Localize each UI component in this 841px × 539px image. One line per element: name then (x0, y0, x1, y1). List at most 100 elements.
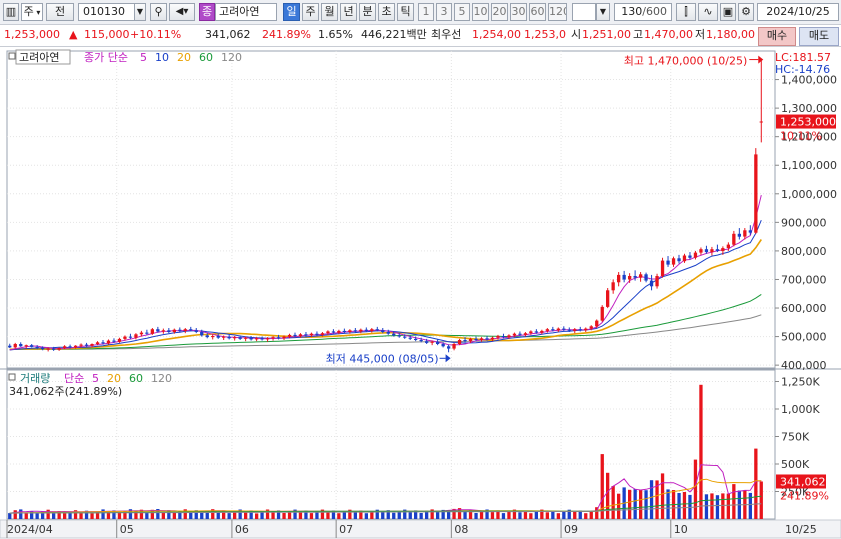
volume-bar (392, 512, 396, 519)
interval-button-20[interactable]: 20 (491, 3, 508, 21)
high-label: 고 (633, 28, 644, 41)
candle-body (46, 348, 50, 350)
x-axis-label: 07 (339, 523, 353, 536)
volume-bar (628, 489, 632, 519)
speaker-icon[interactable]: ◀▾ (169, 3, 195, 21)
period-tab-0[interactable]: 일 (283, 3, 300, 21)
volume-bar (748, 492, 752, 519)
interval-dropdown-icon[interactable]: ▼ (596, 3, 610, 21)
sell-button[interactable]: 매도 (799, 27, 839, 46)
price-tick-label: 700,000 (781, 273, 827, 286)
candle-body (677, 258, 681, 262)
candle-body (79, 344, 83, 346)
price-tick-label: 900,000 (781, 216, 827, 229)
current-price-pct: 10.11% (780, 130, 822, 143)
period-tab-6[interactable]: 틱 (397, 3, 414, 21)
volume-bar (90, 513, 94, 519)
volume-bar (408, 512, 412, 519)
candle-type-icon[interactable]: ⫿ (676, 3, 696, 21)
price-legend-period: 20 (177, 51, 191, 64)
candle-body (331, 331, 336, 333)
candle-body (567, 329, 571, 331)
indicator-icon[interactable]: ∿ (698, 3, 718, 21)
candle-body (156, 329, 160, 332)
volume-bar (271, 512, 275, 519)
code-dropdown-icon[interactable]: ▼ (134, 3, 146, 21)
candle-body (501, 336, 506, 338)
candle-body (666, 260, 670, 265)
price-tick-label: 1,000,000 (781, 188, 837, 201)
candle-body (485, 338, 489, 340)
volume-bar (682, 492, 687, 519)
volume-ratio: 241.89% (262, 28, 311, 41)
date-field[interactable]: 2024/10/25 (757, 3, 839, 21)
candle-body (227, 336, 231, 339)
buy-button[interactable]: 매수 (758, 27, 796, 46)
gear-icon[interactable]: ⚙ (738, 3, 754, 21)
price-tick-label: 500,000 (781, 331, 827, 344)
period-tab-1[interactable]: 주 (302, 3, 319, 21)
candle-body (392, 333, 396, 336)
count-value: 130 (621, 5, 643, 18)
save-icon[interactable]: ▣ (720, 3, 736, 21)
candle-body (754, 154, 758, 233)
candle-body (545, 329, 549, 331)
count-total: /600 (642, 5, 667, 18)
interval-button-1[interactable]: 1 (418, 3, 434, 21)
candle-body (699, 249, 703, 253)
stock-name[interactable]: 고려아연 (215, 3, 277, 21)
candle-body (309, 333, 314, 336)
candle-body (721, 248, 725, 251)
interval-button-60[interactable]: 60 (529, 3, 546, 21)
period-tab-3[interactable]: 년 (340, 3, 357, 21)
candle-body (595, 320, 599, 327)
count-field[interactable]: 130/600 (614, 3, 672, 21)
market-select[interactable]: 주 ▾ (21, 3, 43, 21)
period-tab-5[interactable]: 초 (378, 3, 395, 21)
candle-body (397, 335, 401, 337)
interval-button-5[interactable]: 5 (454, 3, 470, 21)
volume-bar (479, 511, 484, 519)
candle-body (73, 345, 78, 348)
interval-button-10[interactable]: 10 (472, 3, 489, 21)
candle-body (468, 338, 473, 342)
interval-button-3[interactable]: 3 (436, 3, 452, 21)
candle-body (287, 334, 292, 337)
search-icon[interactable]: ⚲ (150, 3, 167, 21)
volume-bar (721, 493, 725, 519)
candle-body (523, 333, 528, 335)
x-axis-label: 05 (120, 523, 134, 536)
candle-body (337, 330, 341, 333)
candle-body (386, 332, 390, 334)
volume-bar (490, 512, 495, 519)
candle-body (145, 332, 149, 334)
volume-bar (644, 490, 648, 519)
candle-body (359, 329, 363, 332)
current-price-label: 1,253,000 (780, 116, 836, 129)
market-mode-button[interactable]: 전 (46, 3, 74, 21)
candle-body (693, 252, 698, 258)
candle-body (726, 244, 730, 248)
candle-body (556, 328, 560, 331)
interval-button-30[interactable]: 30 (510, 3, 527, 21)
low-label: 저 (695, 28, 706, 41)
period-tab-2[interactable]: 월 (321, 3, 338, 21)
volume-bar (337, 513, 341, 519)
candle-body (573, 329, 577, 331)
volume-bar (507, 511, 511, 519)
candle-body (161, 330, 165, 332)
interval-input[interactable] (572, 3, 596, 21)
candle-body (271, 337, 275, 339)
candle-body (128, 336, 133, 338)
period-tab-4[interactable]: 분 (359, 3, 376, 21)
interval-button-120[interactable]: 120 (548, 3, 567, 21)
chart-type-icon[interactable]: ▥ (3, 3, 19, 21)
candle-body (743, 230, 747, 237)
volume-legend-name: 거래량 (20, 372, 50, 385)
candle-body (150, 329, 154, 334)
candle-body (748, 230, 752, 233)
candle-body (84, 344, 89, 346)
volume-bar (63, 513, 67, 519)
price-volume-chart[interactable]: 400,000 500,000 600,000 700,000 800,000 900,0… (0, 47, 841, 539)
candle-body (457, 340, 462, 344)
